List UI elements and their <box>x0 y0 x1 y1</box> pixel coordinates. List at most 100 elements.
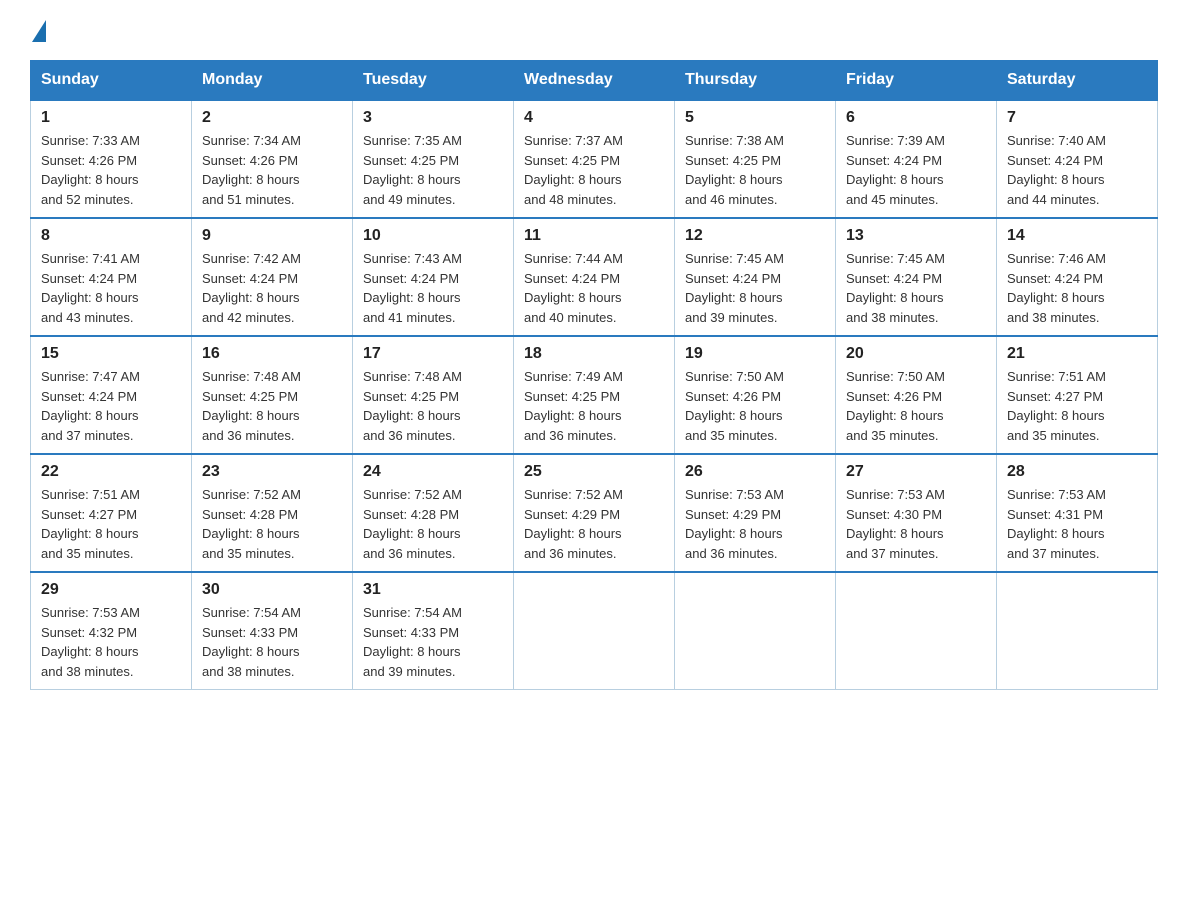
calendar-cell: 16 Sunrise: 7:48 AM Sunset: 4:25 PM Dayl… <box>192 336 353 454</box>
calendar-cell: 9 Sunrise: 7:42 AM Sunset: 4:24 PM Dayli… <box>192 218 353 336</box>
day-number: 26 <box>685 463 825 481</box>
day-info: Sunrise: 7:41 AM Sunset: 4:24 PM Dayligh… <box>41 249 181 327</box>
calendar-week-row: 8 Sunrise: 7:41 AM Sunset: 4:24 PM Dayli… <box>31 218 1158 336</box>
day-number: 8 <box>41 227 181 245</box>
day-info: Sunrise: 7:45 AM Sunset: 4:24 PM Dayligh… <box>685 249 825 327</box>
day-info: Sunrise: 7:49 AM Sunset: 4:25 PM Dayligh… <box>524 367 664 445</box>
day-info: Sunrise: 7:43 AM Sunset: 4:24 PM Dayligh… <box>363 249 503 327</box>
day-info: Sunrise: 7:33 AM Sunset: 4:26 PM Dayligh… <box>41 131 181 209</box>
day-info: Sunrise: 7:52 AM Sunset: 4:28 PM Dayligh… <box>202 485 342 563</box>
column-header-thursday: Thursday <box>675 61 836 101</box>
day-number: 27 <box>846 463 986 481</box>
calendar-table: SundayMondayTuesdayWednesdayThursdayFrid… <box>30 60 1158 690</box>
calendar-cell: 13 Sunrise: 7:45 AM Sunset: 4:24 PM Dayl… <box>836 218 997 336</box>
calendar-cell: 28 Sunrise: 7:53 AM Sunset: 4:31 PM Dayl… <box>997 454 1158 572</box>
day-info: Sunrise: 7:39 AM Sunset: 4:24 PM Dayligh… <box>846 131 986 209</box>
calendar-week-row: 22 Sunrise: 7:51 AM Sunset: 4:27 PM Dayl… <box>31 454 1158 572</box>
calendar-cell <box>997 572 1158 690</box>
calendar-cell: 10 Sunrise: 7:43 AM Sunset: 4:24 PM Dayl… <box>353 218 514 336</box>
day-info: Sunrise: 7:34 AM Sunset: 4:26 PM Dayligh… <box>202 131 342 209</box>
day-info: Sunrise: 7:37 AM Sunset: 4:25 PM Dayligh… <box>524 131 664 209</box>
calendar-cell: 20 Sunrise: 7:50 AM Sunset: 4:26 PM Dayl… <box>836 336 997 454</box>
calendar-cell: 21 Sunrise: 7:51 AM Sunset: 4:27 PM Dayl… <box>997 336 1158 454</box>
day-info: Sunrise: 7:38 AM Sunset: 4:25 PM Dayligh… <box>685 131 825 209</box>
day-info: Sunrise: 7:42 AM Sunset: 4:24 PM Dayligh… <box>202 249 342 327</box>
day-number: 23 <box>202 463 342 481</box>
day-number: 18 <box>524 345 664 363</box>
day-info: Sunrise: 7:51 AM Sunset: 4:27 PM Dayligh… <box>1007 367 1147 445</box>
day-number: 24 <box>363 463 503 481</box>
day-number: 31 <box>363 581 503 599</box>
day-info: Sunrise: 7:40 AM Sunset: 4:24 PM Dayligh… <box>1007 131 1147 209</box>
day-info: Sunrise: 7:50 AM Sunset: 4:26 PM Dayligh… <box>846 367 986 445</box>
calendar-cell: 7 Sunrise: 7:40 AM Sunset: 4:24 PM Dayli… <box>997 100 1158 218</box>
day-info: Sunrise: 7:54 AM Sunset: 4:33 PM Dayligh… <box>363 603 503 681</box>
calendar-cell: 4 Sunrise: 7:37 AM Sunset: 4:25 PM Dayli… <box>514 100 675 218</box>
day-number: 21 <box>1007 345 1147 363</box>
calendar-cell <box>836 572 997 690</box>
column-header-sunday: Sunday <box>31 61 192 101</box>
calendar-cell: 14 Sunrise: 7:46 AM Sunset: 4:24 PM Dayl… <box>997 218 1158 336</box>
day-info: Sunrise: 7:53 AM Sunset: 4:32 PM Dayligh… <box>41 603 181 681</box>
day-info: Sunrise: 7:52 AM Sunset: 4:29 PM Dayligh… <box>524 485 664 563</box>
calendar-cell: 18 Sunrise: 7:49 AM Sunset: 4:25 PM Dayl… <box>514 336 675 454</box>
column-header-tuesday: Tuesday <box>353 61 514 101</box>
calendar-cell: 11 Sunrise: 7:44 AM Sunset: 4:24 PM Dayl… <box>514 218 675 336</box>
calendar-week-row: 15 Sunrise: 7:47 AM Sunset: 4:24 PM Dayl… <box>31 336 1158 454</box>
day-number: 29 <box>41 581 181 599</box>
calendar-cell: 12 Sunrise: 7:45 AM Sunset: 4:24 PM Dayl… <box>675 218 836 336</box>
day-info: Sunrise: 7:47 AM Sunset: 4:24 PM Dayligh… <box>41 367 181 445</box>
calendar-cell: 6 Sunrise: 7:39 AM Sunset: 4:24 PM Dayli… <box>836 100 997 218</box>
day-info: Sunrise: 7:52 AM Sunset: 4:28 PM Dayligh… <box>363 485 503 563</box>
day-info: Sunrise: 7:48 AM Sunset: 4:25 PM Dayligh… <box>202 367 342 445</box>
day-info: Sunrise: 7:51 AM Sunset: 4:27 PM Dayligh… <box>41 485 181 563</box>
day-number: 6 <box>846 109 986 127</box>
column-header-saturday: Saturday <box>997 61 1158 101</box>
calendar-week-row: 1 Sunrise: 7:33 AM Sunset: 4:26 PM Dayli… <box>31 100 1158 218</box>
day-number: 12 <box>685 227 825 245</box>
day-number: 20 <box>846 345 986 363</box>
calendar-cell: 1 Sunrise: 7:33 AM Sunset: 4:26 PM Dayli… <box>31 100 192 218</box>
day-number: 15 <box>41 345 181 363</box>
page-header <box>30 20 1158 42</box>
logo-flag-icon <box>32 20 46 42</box>
calendar-cell <box>514 572 675 690</box>
day-number: 19 <box>685 345 825 363</box>
day-info: Sunrise: 7:53 AM Sunset: 4:30 PM Dayligh… <box>846 485 986 563</box>
calendar-cell: 23 Sunrise: 7:52 AM Sunset: 4:28 PM Dayl… <box>192 454 353 572</box>
day-number: 9 <box>202 227 342 245</box>
day-number: 25 <box>524 463 664 481</box>
calendar-cell <box>675 572 836 690</box>
calendar-cell: 3 Sunrise: 7:35 AM Sunset: 4:25 PM Dayli… <box>353 100 514 218</box>
calendar-cell: 24 Sunrise: 7:52 AM Sunset: 4:28 PM Dayl… <box>353 454 514 572</box>
day-number: 7 <box>1007 109 1147 127</box>
day-info: Sunrise: 7:44 AM Sunset: 4:24 PM Dayligh… <box>524 249 664 327</box>
day-info: Sunrise: 7:50 AM Sunset: 4:26 PM Dayligh… <box>685 367 825 445</box>
column-header-wednesday: Wednesday <box>514 61 675 101</box>
day-number: 13 <box>846 227 986 245</box>
calendar-cell: 22 Sunrise: 7:51 AM Sunset: 4:27 PM Dayl… <box>31 454 192 572</box>
calendar-cell: 29 Sunrise: 7:53 AM Sunset: 4:32 PM Dayl… <box>31 572 192 690</box>
day-info: Sunrise: 7:53 AM Sunset: 4:29 PM Dayligh… <box>685 485 825 563</box>
day-number: 17 <box>363 345 503 363</box>
day-info: Sunrise: 7:45 AM Sunset: 4:24 PM Dayligh… <box>846 249 986 327</box>
day-number: 3 <box>363 109 503 127</box>
calendar-week-row: 29 Sunrise: 7:53 AM Sunset: 4:32 PM Dayl… <box>31 572 1158 690</box>
day-number: 11 <box>524 227 664 245</box>
day-number: 16 <box>202 345 342 363</box>
day-number: 1 <box>41 109 181 127</box>
calendar-cell: 2 Sunrise: 7:34 AM Sunset: 4:26 PM Dayli… <box>192 100 353 218</box>
calendar-cell: 5 Sunrise: 7:38 AM Sunset: 4:25 PM Dayli… <box>675 100 836 218</box>
day-number: 5 <box>685 109 825 127</box>
calendar-cell: 31 Sunrise: 7:54 AM Sunset: 4:33 PM Dayl… <box>353 572 514 690</box>
calendar-cell: 30 Sunrise: 7:54 AM Sunset: 4:33 PM Dayl… <box>192 572 353 690</box>
day-info: Sunrise: 7:48 AM Sunset: 4:25 PM Dayligh… <box>363 367 503 445</box>
logo <box>30 20 48 42</box>
day-info: Sunrise: 7:46 AM Sunset: 4:24 PM Dayligh… <box>1007 249 1147 327</box>
column-header-monday: Monday <box>192 61 353 101</box>
day-number: 10 <box>363 227 503 245</box>
day-number: 22 <box>41 463 181 481</box>
column-header-friday: Friday <box>836 61 997 101</box>
calendar-cell: 25 Sunrise: 7:52 AM Sunset: 4:29 PM Dayl… <box>514 454 675 572</box>
calendar-cell: 27 Sunrise: 7:53 AM Sunset: 4:30 PM Dayl… <box>836 454 997 572</box>
